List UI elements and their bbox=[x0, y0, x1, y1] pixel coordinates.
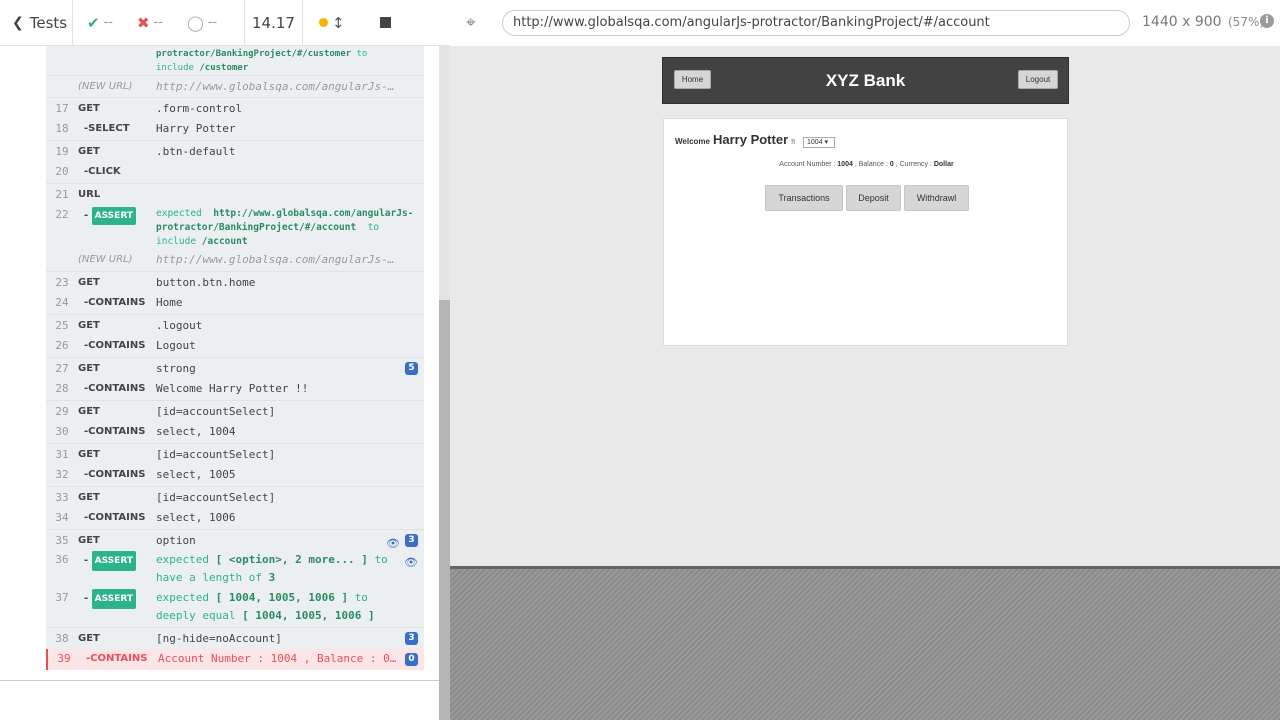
scrollbar-thumb[interactable] bbox=[439, 300, 450, 720]
crosshair-icon[interactable]: ⌖ bbox=[466, 13, 476, 33]
account-number: 1004 bbox=[837, 161, 853, 168]
command-row[interactable]: 29 GET [id=accountSelect] bbox=[46, 400, 424, 422]
reporter-header: ❮ Tests ✔ -- ✖ -- ◯ -- 14.17 ↕ bbox=[0, 0, 450, 46]
welcome-line: Welcome Harry Potter !! 1004 ▾ bbox=[675, 132, 836, 148]
new-url-row[interactable]: (NEW URL) http://www.globalsqa.com/angul… bbox=[46, 75, 424, 97]
passed-stat: ✔ -- bbox=[87, 14, 113, 32]
command-row[interactable]: 17 GET .form-control bbox=[46, 97, 424, 119]
assert-row[interactable]: 36 - ASSERT expected [ <option>, 2 more.… bbox=[46, 551, 424, 589]
command-message: expected http://www.globalsqa.com/angula… bbox=[156, 208, 414, 247]
viewport-scale: (57%) bbox=[1228, 15, 1265, 29]
tests-label: Tests bbox=[29, 13, 68, 32]
command-row[interactable]: 33 GET [id=accountSelect] bbox=[46, 486, 424, 508]
viewport-background bbox=[450, 566, 1280, 720]
welcome-exclamation: !! bbox=[791, 139, 796, 146]
balance: 0 bbox=[889, 161, 894, 168]
command-row[interactable]: 20 -CLICK bbox=[46, 162, 424, 183]
tests-back-button[interactable]: ❮ Tests bbox=[0, 0, 73, 46]
command-list[interactable]: protractor/BankingProject/#/customer to … bbox=[0, 46, 439, 680]
chevron-left-icon: ❮ bbox=[12, 14, 24, 31]
assert-badge: ASSERT bbox=[91, 589, 136, 609]
element-count-badge: 3 bbox=[405, 632, 418, 645]
check-icon: ✔ bbox=[87, 13, 100, 32]
command-row[interactable]: 35 GET option 👁 3 bbox=[46, 529, 424, 551]
aut-header: ⌖ http://www.globalsqa.com/angularJs-pro… bbox=[450, 0, 1280, 46]
pending-stat: ◯ -- bbox=[187, 14, 217, 32]
duration: 14.17 bbox=[245, 0, 303, 46]
circle-icon: ◯ bbox=[186, 13, 204, 32]
logout-button[interactable]: Logout bbox=[1018, 70, 1058, 89]
command-row[interactable]: 28 -CONTAINS Welcome Harry Potter !! bbox=[46, 379, 424, 400]
eye-icon[interactable]: 👁 bbox=[404, 554, 418, 572]
failed-stat: ✖ -- bbox=[137, 14, 163, 32]
command-row[interactable]: 26 -CONTAINS Logout bbox=[46, 336, 424, 357]
element-count-badge: 3 bbox=[405, 534, 418, 547]
command-row[interactable]: 27 GET strong 5 bbox=[46, 357, 424, 379]
command-row[interactable]: 23 GET button.btn.home bbox=[46, 271, 424, 293]
app-under-test-panel: ⌖ http://www.globalsqa.com/angularJs-pro… bbox=[450, 0, 1280, 720]
url-field[interactable]: http://www.globalsqa.com/angularJs-protr… bbox=[502, 10, 1130, 36]
welcome-label: Welcome bbox=[675, 137, 710, 146]
viewport-size: 1440 x 900 (57%) bbox=[1142, 14, 1264, 30]
account-actions: Transactions Deposit Withdrawl bbox=[765, 185, 969, 211]
new-url-label: (NEW URL) bbox=[78, 81, 133, 92]
currency: Dollar bbox=[933, 161, 954, 168]
command-row[interactable]: 18 -SELECT Harry Potter bbox=[46, 119, 424, 140]
withdrawl-button[interactable]: Withdrawl bbox=[904, 185, 969, 211]
bank-title: XYZ Bank bbox=[825, 71, 906, 90]
home-button[interactable]: Home bbox=[674, 70, 711, 89]
command-message: http://www.globalsqa.com/angularJs-pro..… bbox=[156, 80, 424, 93]
pending-count: -- bbox=[207, 15, 218, 30]
command-row[interactable]: 32 -CONTAINS select, 1005 bbox=[46, 465, 424, 486]
account-info: Account Number : 1004 , Balance : 0 , Cu… bbox=[779, 161, 954, 168]
command-row[interactable]: 25 GET .logout bbox=[46, 314, 424, 336]
customer-name: Harry Potter bbox=[712, 132, 789, 147]
deposit-button[interactable]: Deposit bbox=[846, 185, 901, 211]
auto-scroll-toggle-icon[interactable]: ↕ bbox=[332, 14, 345, 32]
info-icon[interactable]: i bbox=[1260, 14, 1274, 28]
account-select[interactable]: 1004 ▾ bbox=[803, 137, 836, 148]
passed-count: -- bbox=[103, 15, 113, 30]
command-row[interactable]: 30 -CONTAINS select, 1004 bbox=[46, 422, 424, 443]
element-count-badge: 0 bbox=[405, 653, 418, 666]
command-row[interactable]: 34 -CONTAINS select, 1006 bbox=[46, 508, 424, 529]
x-icon: ✖ bbox=[136, 13, 150, 32]
run-controls: ↕ bbox=[303, 0, 450, 46]
stop-button[interactable] bbox=[379, 17, 391, 28]
command-message: expected [ <option>, 2 more... ] to have… bbox=[156, 553, 388, 584]
command-row[interactable]: 19 GET .btn-default bbox=[46, 140, 424, 162]
command-log-panel: ❮ Tests ✔ -- ✖ -- ◯ -- 14.17 ↕ protracto… bbox=[0, 0, 450, 720]
command-row[interactable]: 38 GET [ng-hide=noAccount] 3 bbox=[46, 627, 424, 649]
assert-badge: ASSERT bbox=[91, 551, 136, 571]
command-message: protractor/BankingProject/#/customer to … bbox=[156, 49, 368, 73]
transactions-button[interactable]: Transactions bbox=[765, 185, 843, 211]
viewport-dimensions: 1440 x 900 bbox=[1142, 14, 1222, 30]
failed-count: -- bbox=[153, 15, 163, 30]
new-url-row[interactable]: (NEW URL) http://www.globalsqa.com/angul… bbox=[46, 249, 424, 271]
bank-header: XYZ Bank Home Logout bbox=[662, 57, 1069, 104]
app-iframe: XYZ Bank Home Logout Welcome Harry Potte… bbox=[450, 46, 1280, 566]
account-panel: Welcome Harry Potter !! 1004 ▾ Account N… bbox=[663, 118, 1068, 346]
assert-badge: ASSERT bbox=[91, 207, 136, 225]
running-indicator-icon bbox=[319, 18, 328, 27]
element-count-badge: 5 bbox=[405, 362, 418, 375]
command-log-footer bbox=[0, 680, 439, 720]
assert-row[interactable]: 37 - ASSERT expected [ 1004, 1005, 1006 … bbox=[46, 589, 424, 627]
command-row[interactable]: 21 URL bbox=[46, 183, 424, 205]
assert-row[interactable]: 22 - ASSERT expected http://www.globalsq… bbox=[46, 205, 424, 249]
test-stats: ✔ -- ✖ -- ◯ -- bbox=[73, 0, 245, 46]
command-row[interactable]: 24 -CONTAINS Home bbox=[46, 293, 424, 314]
command-row[interactable]: protractor/BankingProject/#/customer to … bbox=[46, 46, 424, 75]
command-row[interactable]: 31 GET [id=accountSelect] bbox=[46, 443, 424, 465]
failed-command-row[interactable]: 39 -CONTAINS Account Number : 1004 , Balan… bbox=[46, 649, 424, 670]
command-message: expected [ 1004, 1005, 1006 ] to deeply … bbox=[156, 591, 375, 622]
